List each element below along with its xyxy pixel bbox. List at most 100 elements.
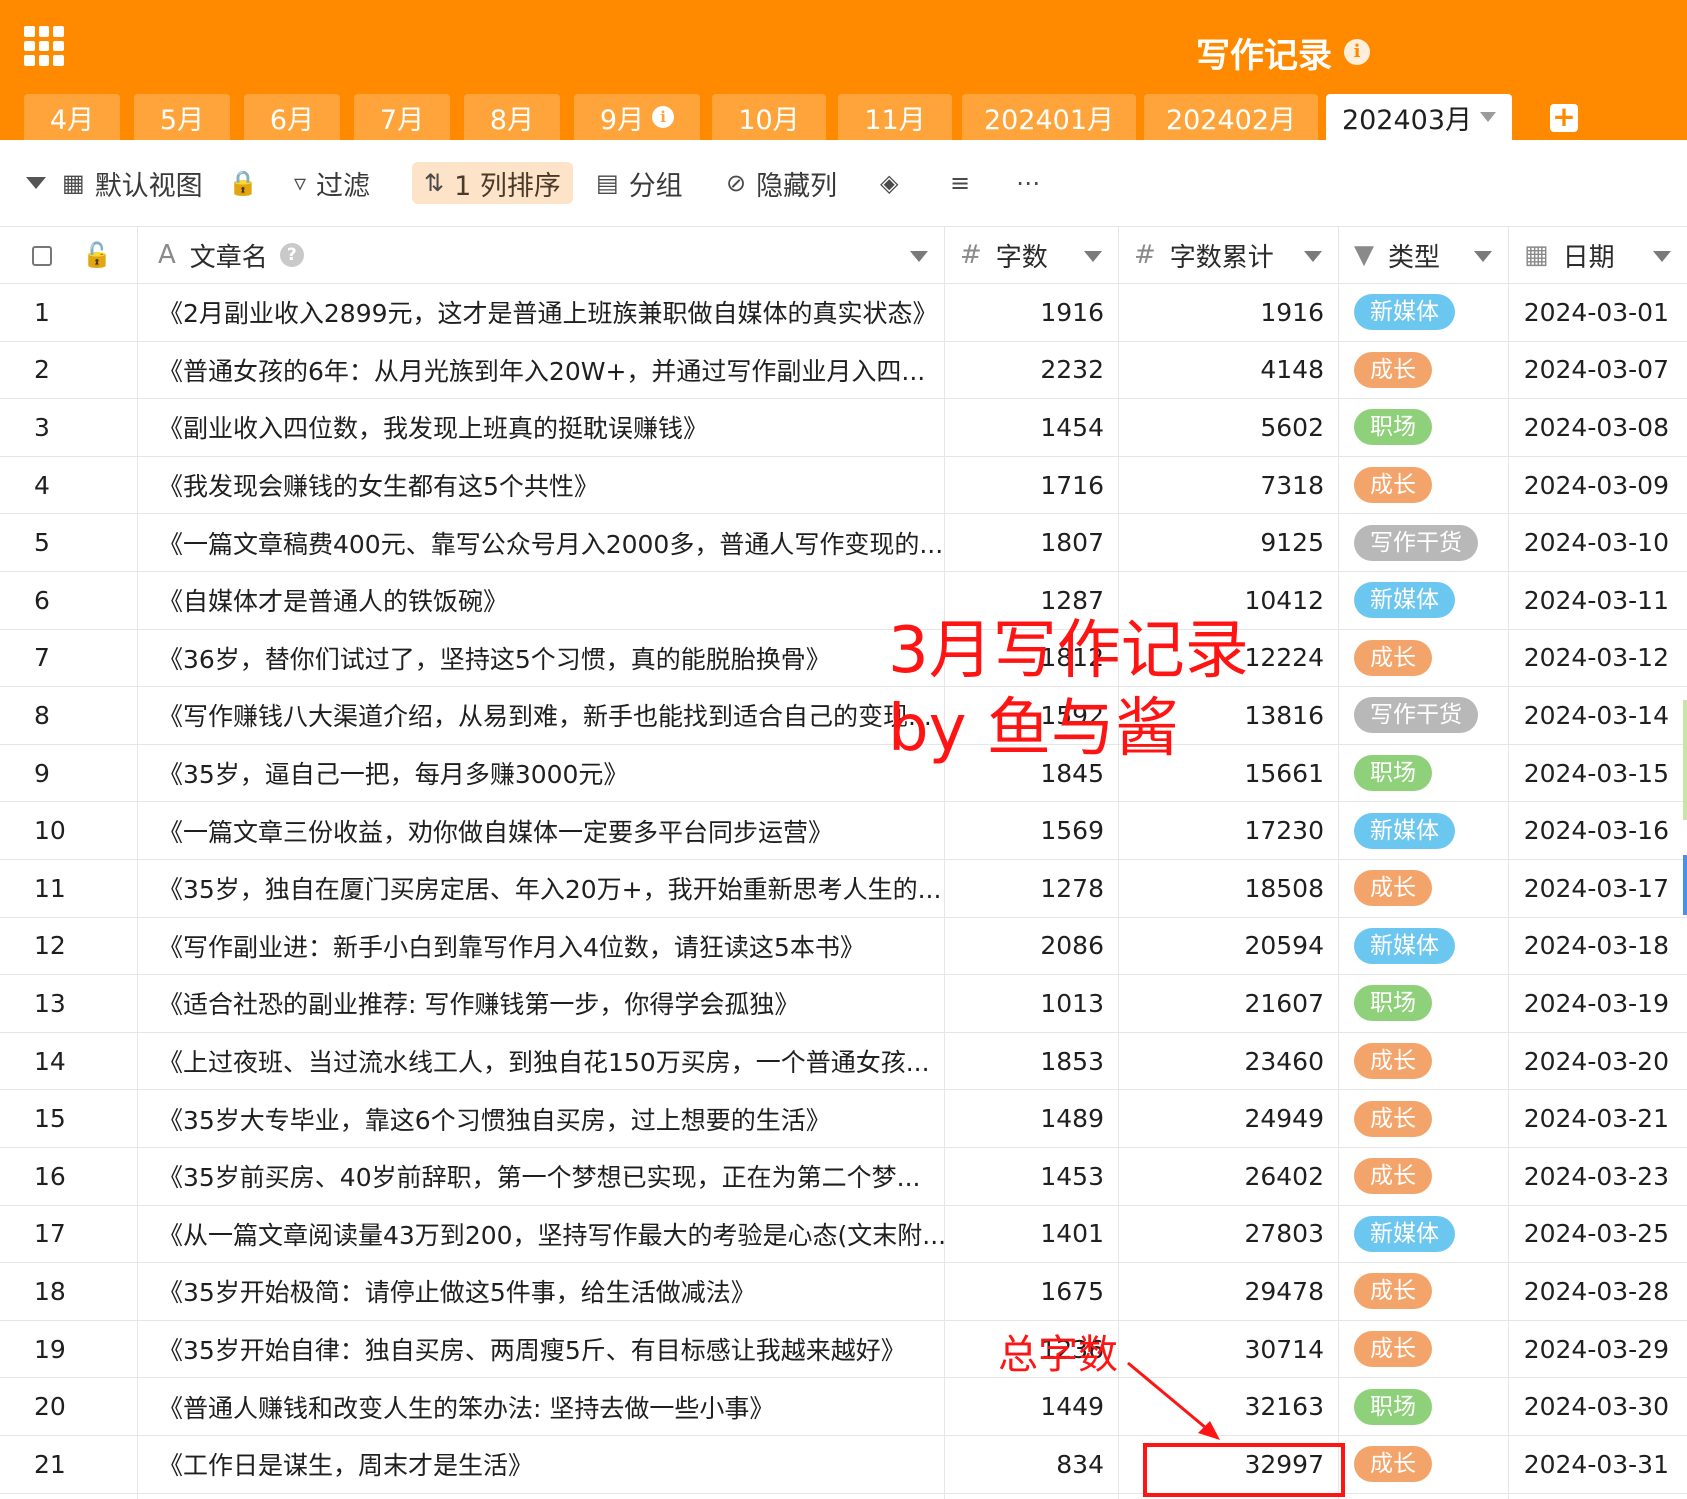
table-row[interactable]: 5 《一篇文章稿费400元、靠写公众号月入2000多，普通人写作变现的... 180…: [0, 514, 1687, 572]
tab-9[interactable]: 202402月: [1144, 94, 1318, 140]
row-index[interactable]: 20: [0, 1378, 136, 1435]
type-cell[interactable]: 成长: [1338, 1148, 1508, 1205]
table-row[interactable]: 13 《适合社恐的副业推荐: 写作赚钱第一步，你得学会孤独》 1013 21607 职场…: [0, 975, 1687, 1033]
type-cell[interactable]: 成长: [1338, 1436, 1508, 1493]
select-all-checkbox[interactable]: [32, 246, 52, 266]
date-cell[interactable]: 2024-03-10: [1508, 514, 1687, 571]
table-row[interactable]: 8 《写作赚钱八大渠道介绍，从易到难，新手也能找到适合自己的变现... 1592 13…: [0, 687, 1687, 745]
table-row[interactable]: 7 《36岁，替你们试过了，坚持这5个习惯，真的能脱胎换骨》 1812 12224 成长…: [0, 630, 1687, 688]
words-cell[interactable]: 1454: [944, 399, 1118, 456]
words-cell[interactable]: 834: [944, 1436, 1118, 1493]
fill-color-button[interactable]: ◈: [880, 162, 898, 204]
title-cell[interactable]: 《我发现会赚钱的女生都有这5个共性》: [138, 457, 944, 514]
title-cell[interactable]: 《一篇文章三份收益，劝你做自媒体一定要多平台同步运营》: [138, 802, 944, 859]
title-cell[interactable]: 《35岁，独自在厦门买房定居、年入20万+，我开始重新思考人生的...: [138, 860, 944, 917]
help-icon[interactable]: ?: [279, 243, 304, 267]
chevron-down-icon[interactable]: [910, 251, 928, 262]
table-row[interactable]: 18 《35岁开始极简：请停止做这5件事，给生活做减法》 1675 29478 成长 20…: [0, 1263, 1687, 1321]
title-cell[interactable]: 《上过夜班、当过流水线工人，到独自花150万买房，一个普通女孩...: [138, 1033, 944, 1090]
date-cell[interactable]: 2024-03-08: [1508, 399, 1687, 456]
title-cell[interactable]: 《工作日是谋生，周末才是生活》: [138, 1436, 944, 1493]
type-cell[interactable]: 成长: [1338, 860, 1508, 917]
words-cell[interactable]: 1569: [944, 802, 1118, 859]
row-index[interactable]: 5: [0, 514, 136, 571]
lock-icon[interactable]: 🔓: [82, 241, 112, 269]
tab-6[interactable]: 10月: [712, 94, 826, 140]
chevron-down-icon[interactable]: [1480, 112, 1497, 122]
row-index[interactable]: 4: [0, 457, 136, 514]
table-row[interactable]: 16 《35岁前买房、40岁前辞职，第一个梦想已实现，正在为第二个梦... 1453…: [0, 1148, 1687, 1206]
table-row[interactable]: 15 《35岁大专毕业，靠这6个习惯独自买房，过上想要的生活》 1489 24949 成…: [0, 1090, 1687, 1148]
type-cell[interactable]: 成长: [1338, 1033, 1508, 1090]
title-cell[interactable]: 《普通女孩的6年：从月光族到年入20W+，并通过写作副业月入四...: [138, 342, 944, 399]
cumulative-cell[interactable]: 29478: [1118, 1263, 1338, 1320]
row-index[interactable]: 1: [0, 284, 136, 341]
row-index[interactable]: 19: [0, 1321, 136, 1378]
default-view-button[interactable]: ▦ 默认视图: [62, 162, 203, 204]
type-cell[interactable]: 新媒体: [1338, 918, 1508, 975]
type-cell[interactable]: 职场: [1338, 399, 1508, 456]
cumulative-cell[interactable]: 20594: [1118, 918, 1338, 975]
add-sheet-button[interactable]: +: [1550, 103, 1578, 132]
date-cell[interactable]: 2024-03-21: [1508, 1090, 1687, 1147]
tab-8[interactable]: 202401月: [962, 94, 1136, 140]
type-cell[interactable]: 职场: [1338, 1378, 1508, 1435]
date-cell[interactable]: 2024-03-09: [1508, 457, 1687, 514]
cumulative-cell[interactable]: 21607: [1118, 975, 1338, 1032]
info-icon[interactable]: i: [1344, 39, 1370, 65]
title-cell[interactable]: 《一篇文章稿费400元、靠写公众号月入2000多，普通人写作变现的...: [138, 514, 944, 571]
cumulative-cell[interactable]: 24949: [1118, 1090, 1338, 1147]
group-button[interactable]: ▤ 分组: [596, 162, 683, 204]
table-row[interactable]: 19 《35岁开始自律：独自买房、两周瘦5斤、有目标感让我越来越好》 1236 307…: [0, 1321, 1687, 1379]
tab-10[interactable]: 202403月: [1326, 94, 1512, 140]
tab-3[interactable]: 7月: [354, 94, 450, 140]
row-index[interactable]: 10: [0, 802, 136, 859]
date-cell[interactable]: 2024-03-12: [1508, 630, 1687, 687]
cumulative-cell[interactable]: 1916: [1118, 284, 1338, 341]
cumulative-cell[interactable]: 18508: [1118, 860, 1338, 917]
table-row[interactable]: 11 《35岁，独自在厦门买房定居、年入20万+，我开始重新思考人生的... 127…: [0, 860, 1687, 918]
title-cell[interactable]: 《35岁，逼自己一把，每月多赚3000元》: [138, 745, 944, 802]
sort-button[interactable]: ⇅ 1 列排序: [412, 162, 573, 204]
words-cell[interactable]: 1675: [944, 1263, 1118, 1320]
words-cell[interactable]: 1453: [944, 1148, 1118, 1205]
date-cell[interactable]: 2024-03-07: [1508, 342, 1687, 399]
table-row[interactable]: 17 《从一篇文章阅读量43万到200，坚持写作最大的考验是心态(文末附... 14…: [0, 1206, 1687, 1264]
type-cell[interactable]: 成长: [1338, 1090, 1508, 1147]
title-cell[interactable]: 《2月副业收入2899元，这才是普通上班族兼职做自媒体的真实状态》: [138, 284, 944, 341]
type-cell[interactable]: 职场: [1338, 975, 1508, 1032]
header-title[interactable]: A 文章名 ?: [138, 227, 944, 283]
header-type[interactable]: ▼ 类型: [1338, 227, 1508, 283]
words-cell[interactable]: 2232: [944, 342, 1118, 399]
cumulative-cell[interactable]: 7318: [1118, 457, 1338, 514]
type-cell[interactable]: 成长: [1338, 1263, 1508, 1320]
table-row[interactable]: 12 《写作副业进：新手小白到靠写作月入4位数，请狂读这5本书》 2086 20594…: [0, 918, 1687, 976]
words-cell[interactable]: 1278: [944, 860, 1118, 917]
cumulative-cell[interactable]: 4148: [1118, 342, 1338, 399]
row-index[interactable]: 12: [0, 918, 136, 975]
row-index[interactable]: 7: [0, 630, 136, 687]
chevron-down-icon[interactable]: [1304, 251, 1322, 262]
table-row[interactable]: 21 《工作日是谋生，周末才是生活》 834 32997 成长 2024-03-31: [0, 1436, 1687, 1494]
date-cell[interactable]: 2024-03-30: [1508, 1378, 1687, 1435]
type-cell[interactable]: 职场: [1338, 745, 1508, 802]
filter-button[interactable]: ▿ 过滤: [294, 162, 370, 204]
date-cell[interactable]: 2024-03-20: [1508, 1033, 1687, 1090]
type-cell[interactable]: 成长: [1338, 342, 1508, 399]
row-index[interactable]: 15: [0, 1090, 136, 1147]
tab-4[interactable]: 8月: [464, 94, 560, 140]
header-words[interactable]: # 字数: [944, 227, 1118, 283]
words-cell[interactable]: 1013: [944, 975, 1118, 1032]
words-cell[interactable]: 1853: [944, 1033, 1118, 1090]
row-index[interactable]: 3: [0, 399, 136, 456]
chevron-down-icon[interactable]: [1474, 251, 1492, 262]
table-row[interactable]: 6 《自媒体才是普通人的铁饭碗》 1287 10412 新媒体 2024-03-11: [0, 572, 1687, 630]
type-cell[interactable]: 成长: [1338, 1321, 1508, 1378]
date-cell[interactable]: 2024-03-14: [1508, 687, 1687, 744]
table-row[interactable]: 10 《一篇文章三份收益，劝你做自媒体一定要多平台同步运营》 1569 17230 新媒…: [0, 802, 1687, 860]
row-index[interactable]: 21: [0, 1436, 136, 1493]
table-row[interactable]: 4 《我发现会赚钱的女生都有这5个共性》 1716 7318 成长 2024-03-09: [0, 457, 1687, 515]
header-date[interactable]: ▦ 日期: [1508, 227, 1687, 283]
date-cell[interactable]: 2024-03-19: [1508, 975, 1687, 1032]
chevron-down-icon[interactable]: [1653, 251, 1671, 262]
